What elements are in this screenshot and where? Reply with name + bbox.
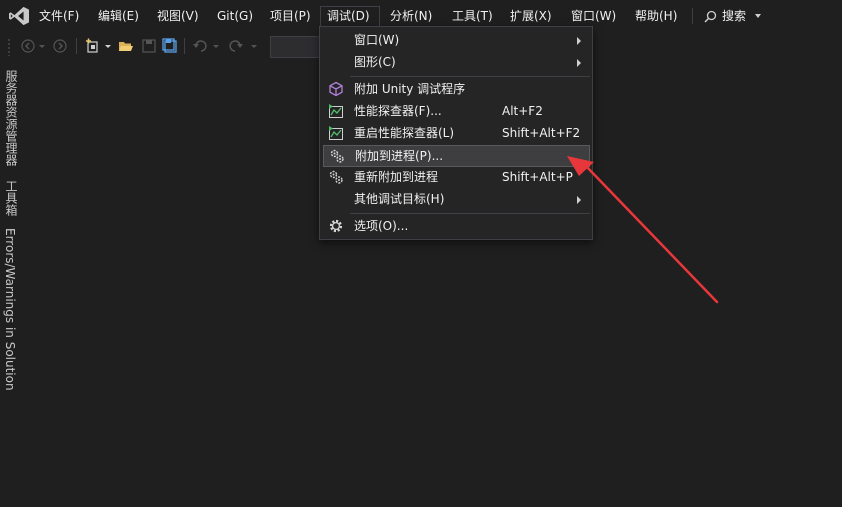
menu-analyze[interactable]: 分析(N) xyxy=(384,6,438,27)
save-all-icon[interactable] xyxy=(162,38,178,54)
menu-item-label: 选项(O)... xyxy=(354,219,409,233)
solution-configuration-dropdown[interactable] xyxy=(270,36,322,58)
menu-git[interactable]: Git(G) xyxy=(211,6,259,27)
performance-profiler-icon xyxy=(329,104,343,118)
debug-menu-item-windows[interactable]: 窗口(W) xyxy=(321,29,591,51)
submenu-arrow-icon xyxy=(577,59,581,67)
menu-item-label: 附加 Unity 调试程序 xyxy=(354,82,466,96)
visual-studio-logo-icon[interactable] xyxy=(8,6,30,26)
menu-debug[interactable]: 调试(D) xyxy=(320,6,380,27)
settings-gear-icon xyxy=(329,219,343,233)
back-dropdown-icon[interactable] xyxy=(38,38,46,54)
menubar-divider xyxy=(692,8,693,24)
submenu-arrow-icon xyxy=(577,37,581,45)
debug-menu-dropdown: 窗口(W) 图形(C) 附加 Unity 调试程序 性能探查器(F)... Al… xyxy=(319,26,593,240)
search-label: 搜索 xyxy=(722,9,747,23)
save-icon[interactable] xyxy=(141,38,157,54)
performance-profiler-icon xyxy=(329,126,343,140)
debug-menu-item-other-debug-targets[interactable]: 其他调试目标(H) xyxy=(321,188,591,210)
tab-server-explorer[interactable]: 服务器资源管理器 xyxy=(3,70,20,172)
undo-icon[interactable] xyxy=(192,38,208,54)
menu-item-label: 性能探查器(F)... xyxy=(354,104,442,118)
menu-extensions[interactable]: 扩展(X) xyxy=(504,6,558,27)
menu-item-label: 图形(C) xyxy=(354,55,396,69)
menu-tools[interactable]: 工具(T) xyxy=(446,6,499,27)
debug-menu-item-attach-unity[interactable]: 附加 Unity 调试程序 xyxy=(321,78,591,100)
open-folder-icon[interactable] xyxy=(118,38,134,54)
menu-window[interactable]: 窗口(W) xyxy=(565,6,622,27)
menu-item-label: 重新附加到进程 xyxy=(354,170,439,184)
debug-menu-item-performance-profiler[interactable]: 性能探查器(F)... Alt+F2 xyxy=(321,100,591,122)
debug-menu-item-graphics[interactable]: 图形(C) xyxy=(321,51,591,73)
debug-menu-item-reattach-to-process[interactable]: 重新附加到进程 Shift+Alt+P xyxy=(321,166,591,188)
menu-separator xyxy=(350,76,590,77)
menu-item-shortcut: Shift+Alt+F2 xyxy=(502,126,581,140)
toolbar-divider xyxy=(76,38,77,54)
navigate-forward-icon[interactable] xyxy=(52,38,68,54)
redo-dropdown-icon[interactable] xyxy=(250,38,258,54)
new-project-dropdown-icon[interactable] xyxy=(104,38,112,54)
submenu-arrow-icon xyxy=(577,196,581,204)
menu-separator xyxy=(350,213,590,214)
menu-item-label: 窗口(W) xyxy=(354,33,400,47)
menu-file[interactable]: 文件(F) xyxy=(33,6,85,27)
toolbar-grip[interactable] xyxy=(7,38,11,56)
tab-toolbox[interactable]: 工具箱 xyxy=(3,180,20,222)
undo-dropdown-icon[interactable] xyxy=(212,38,220,54)
redo-icon[interactable] xyxy=(228,38,244,54)
left-tool-window-tabs: 服务器资源管理器 工具箱 Errors/Warnings in Solution xyxy=(0,64,22,507)
menu-item-shortcut: Shift+Alt+P xyxy=(502,170,573,184)
menu-view[interactable]: 视图(V) xyxy=(151,6,205,27)
menu-edit[interactable]: 编辑(E) xyxy=(92,6,145,27)
menu-item-label: 其他调试目标(H) xyxy=(354,192,445,206)
new-project-icon[interactable] xyxy=(85,38,101,54)
attach-gear-icon xyxy=(329,170,343,184)
menu-project[interactable]: 项目(P) xyxy=(264,6,317,27)
debug-menu-item-options[interactable]: 选项(O)... xyxy=(321,215,591,237)
menu-help[interactable]: 帮助(H) xyxy=(629,6,683,27)
attach-gear-icon xyxy=(330,149,344,163)
menu-item-label: 重启性能探查器(L) xyxy=(354,126,455,140)
menu-item-shortcut: Alt+F2 xyxy=(502,104,543,118)
chevron-down-icon xyxy=(754,14,761,18)
menu-item-label: 附加到进程(P)... xyxy=(355,149,444,163)
search-button[interactable]: 搜索 xyxy=(704,6,767,27)
debug-menu-item-relaunch-profiler[interactable]: 重启性能探查器(L) Shift+Alt+F2 xyxy=(321,122,591,144)
unity-cube-icon xyxy=(329,81,343,97)
toolbar-divider xyxy=(184,38,185,54)
tab-errors-warnings[interactable]: Errors/Warnings in Solution xyxy=(3,228,17,397)
search-icon xyxy=(704,10,717,23)
navigate-back-icon[interactable] xyxy=(20,38,36,54)
debug-menu-item-attach-to-process[interactable]: 附加到进程(P)... xyxy=(323,145,590,167)
